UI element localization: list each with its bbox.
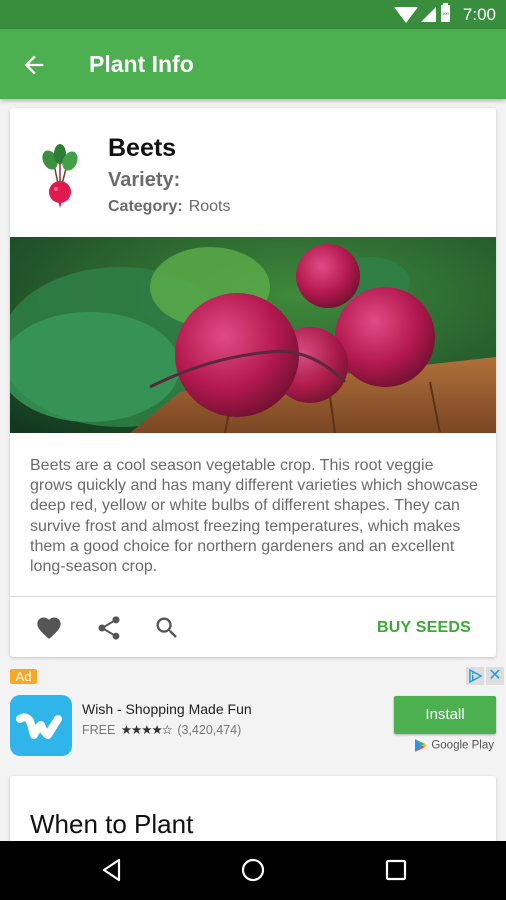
google-play-badge: Google Play [414, 738, 494, 753]
battery-icon: 100 [441, 3, 450, 22]
back-button[interactable] [20, 51, 48, 79]
search-icon [156, 617, 177, 638]
ad-review-count: (3,420,474) [177, 723, 242, 737]
ad-app-meta: FREE ★★★★☆ (3,420,474) [82, 722, 241, 737]
cell-signal-icon [421, 7, 436, 22]
card-divider [10, 596, 496, 597]
plant-info-card: Beets Variety: Category: Roots Beets are… [10, 108, 496, 657]
share-button[interactable] [95, 614, 123, 642]
favorite-button[interactable] [35, 614, 63, 642]
variety-row: Variety: [108, 169, 180, 192]
battery-level: 100 [442, 11, 449, 16]
install-button[interactable]: Install [394, 696, 496, 734]
star-rating-icon: ★★★★☆ [120, 723, 173, 737]
beet-icon [42, 144, 78, 208]
status-bar: 100 7:00 [0, 0, 506, 29]
nav-recents-button[interactable] [383, 857, 409, 883]
nav-back-button[interactable] [99, 857, 125, 883]
arrow-left-icon [24, 55, 44, 75]
wifi-icon [394, 7, 418, 23]
ad-badge: Ad [10, 669, 37, 684]
clock: 7:00 [462, 5, 496, 24]
ad-price: FREE [82, 723, 116, 737]
beets-photo-illustration [10, 237, 496, 433]
wish-app-icon[interactable] [10, 695, 72, 756]
plant-name: Beets [108, 134, 177, 162]
buy-seeds-button[interactable]: BUY SEEDS [377, 619, 471, 637]
close-icon: ✕ [488, 667, 502, 684]
recents-square-icon [385, 859, 407, 881]
ad-choices-icon [469, 668, 483, 684]
variety-label: Variety: [108, 169, 181, 191]
search-button[interactable] [153, 614, 181, 642]
page-title: Plant Info [89, 51, 194, 77]
system-nav-bar [0, 841, 506, 900]
google-play-icon [415, 739, 428, 752]
plant-photo [10, 237, 496, 433]
plant-description: Beets are a cool season vegetable crop. … [30, 457, 478, 576]
section-title: When to Plant [30, 809, 194, 839]
category-row: Category: Roots [108, 198, 230, 216]
ad-app-name[interactable]: Wish - Shopping Made Fun [82, 701, 252, 717]
nav-home-button[interactable] [240, 857, 266, 883]
home-circle-icon [241, 858, 265, 882]
ad-close-button[interactable]: ✕ [486, 667, 504, 685]
heart-icon [37, 617, 61, 639]
ad-banner[interactable]: Ad ✕ Wish - Shopping Made Fun FREE ★★★★☆… [0, 666, 506, 766]
app-bar: Plant Info [0, 29, 506, 99]
back-triangle-icon [102, 858, 121, 882]
category-label: Category: [108, 198, 183, 215]
share-icon [98, 616, 120, 640]
category-value: Roots [188, 198, 231, 215]
ad-choices-button[interactable] [466, 667, 484, 685]
google-play-label: Google Play [431, 739, 494, 752]
wish-logo-icon [16, 713, 62, 739]
